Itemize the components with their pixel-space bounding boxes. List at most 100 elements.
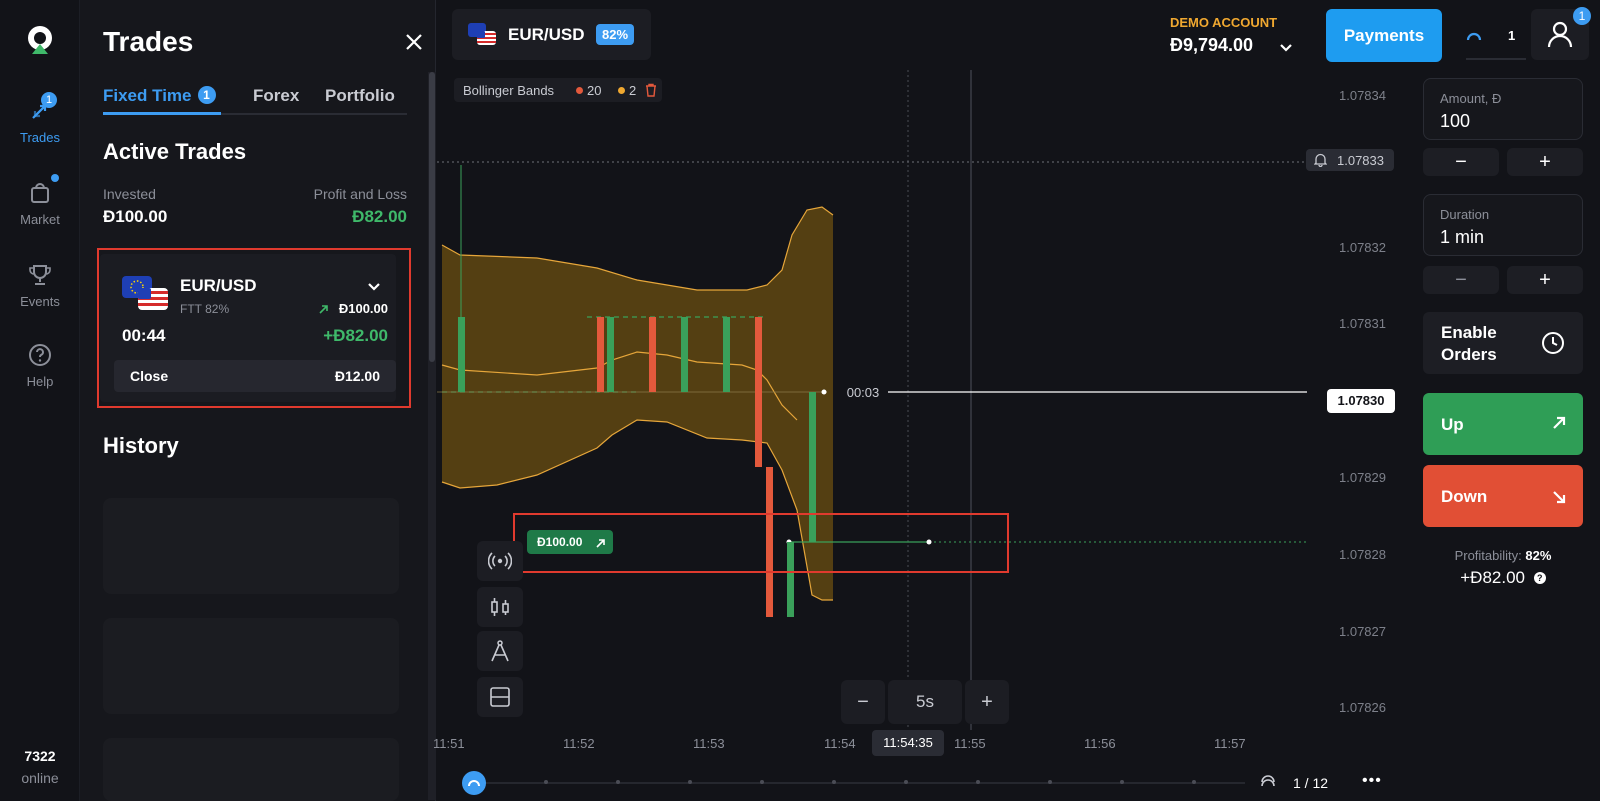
clock-icon — [1542, 332, 1564, 354]
trades-badge: 1 — [41, 92, 57, 108]
question-icon[interactable]: ? — [1533, 572, 1546, 584]
close-icon[interactable] — [404, 32, 424, 52]
duration-value[interactable]: 1 min — [1440, 227, 1484, 248]
payments-button[interactable]: Payments — [1326, 9, 1442, 62]
price-chart[interactable] — [437, 70, 1390, 770]
indicator-dot-orange — [618, 87, 625, 94]
potential-profit: +Đ82.00 ? — [1423, 568, 1583, 588]
trade-marker[interactable]: Đ100.00 — [527, 530, 613, 554]
online-count: 7322 — [24, 748, 56, 764]
candle-down — [755, 317, 762, 467]
time-tick: 11:55 — [954, 736, 986, 751]
indicator-chip[interactable]: Bollinger Bands 20 2 — [454, 78, 662, 102]
alert-price: 1.07833 — [1337, 153, 1384, 168]
duration-field[interactable]: Duration 1 min — [1423, 194, 1583, 256]
cursor-time-tag: 11:54:35 — [872, 730, 944, 756]
zoom-out-button[interactable]: − — [841, 680, 885, 724]
tab-fixed-time[interactable]: Fixed Time 1 — [103, 86, 216, 106]
drawing-tools-button[interactable] — [477, 631, 523, 671]
tab-portfolio[interactable]: Portfolio — [325, 86, 395, 106]
nav-trades-label: Trades — [20, 130, 60, 145]
time-tick: 11:51 — [433, 736, 465, 751]
profitability-row: Profitability: 82% — [1423, 548, 1583, 563]
notifications-button[interactable]: 1 — [1466, 20, 1526, 54]
nav-trades[interactable]: 1 Trades — [0, 92, 80, 145]
profile-badge: 1 — [1573, 7, 1591, 25]
logo-icon[interactable] — [24, 24, 56, 56]
history-placeholder — [103, 618, 399, 714]
broadcast-icon — [488, 552, 512, 570]
history-heading: History — [103, 433, 179, 458]
zoom-in-button[interactable]: + — [965, 680, 1009, 724]
tab-forex[interactable]: Forex — [253, 86, 299, 106]
tab-fixed-time-badge: 1 — [197, 86, 216, 104]
price-tick: 1.07829 — [1339, 470, 1386, 485]
layout-button[interactable] — [477, 677, 523, 717]
pnl-label: Profit and Loss — [313, 186, 407, 202]
eu-us-flag-icon — [468, 23, 496, 47]
trade-marker-amount: Đ100.00 — [537, 535, 583, 549]
indicator-deviation: 2 — [629, 83, 637, 98]
up-button[interactable]: Up — [1423, 393, 1583, 455]
panel-scrollbar[interactable] — [428, 72, 436, 800]
header-underline — [1466, 58, 1526, 60]
candle-up — [458, 317, 465, 392]
amount-plus-button[interactable]: + — [1507, 148, 1583, 176]
duration-plus-button[interactable]: + — [1507, 266, 1583, 294]
signals-button[interactable] — [477, 541, 523, 581]
tab-active-underline — [103, 112, 221, 115]
current-price-tag: 1.07830 — [1327, 389, 1395, 413]
arrow-up-right-icon — [1553, 416, 1566, 429]
price-tick: 1.07834 — [1339, 88, 1386, 103]
panel-scrollbar-thumb[interactable] — [429, 72, 435, 362]
more-options-button[interactable]: ••• — [1362, 772, 1382, 790]
trades-icon: 1 — [27, 92, 57, 124]
pnl-value: Đ82.00 — [352, 207, 407, 226]
up-label: Up — [1441, 415, 1464, 434]
nav-market-label: Market — [20, 212, 60, 227]
panel-title: Trades — [103, 26, 194, 57]
chart-type-button[interactable] — [477, 587, 523, 627]
asset-payout-badge: 82% — [596, 24, 634, 45]
down-label: Down — [1441, 487, 1488, 506]
amount-minus-button[interactable]: − — [1423, 148, 1499, 176]
profitability-label: Profitability: — [1454, 548, 1522, 563]
price-tick: 1.07826 — [1339, 700, 1386, 715]
countdown-label: 00:03 — [838, 382, 888, 404]
nav-market[interactable]: Market — [0, 174, 80, 227]
time-tick: 11:54 — [824, 736, 856, 751]
price-tick: 1.07827 — [1339, 624, 1386, 639]
gauge-icon — [468, 780, 480, 787]
bell-icon — [1313, 153, 1328, 168]
candle-up — [607, 317, 614, 392]
arrow-down-right-icon — [1553, 491, 1566, 504]
amount-field[interactable]: Amount, Đ 100 — [1423, 78, 1583, 140]
layers-icon[interactable] — [1260, 775, 1276, 791]
compass-icon — [491, 640, 509, 662]
history-placeholder — [103, 498, 399, 594]
asset-selector[interactable]: EUR/USD 82% — [452, 9, 651, 60]
enable-orders-button[interactable]: Enable Orders — [1423, 312, 1583, 374]
amount-value[interactable]: 100 — [1440, 111, 1470, 132]
duration-minus-button[interactable]: − — [1423, 266, 1499, 294]
candlestick-icon — [491, 598, 509, 616]
page-indicator: 1 / 12 — [1293, 775, 1329, 791]
timeline-dots — [544, 780, 1196, 784]
account-balance[interactable]: Đ9,794.00 — [1170, 35, 1253, 56]
time-tick: 11:52 — [563, 736, 595, 751]
down-button[interactable]: Down — [1423, 465, 1583, 527]
price-tick: 1.07832 — [1339, 240, 1386, 255]
chevron-down-icon[interactable] — [1279, 40, 1293, 52]
alert-price-tag[interactable]: 1.07833 — [1306, 149, 1394, 171]
trash-icon[interactable] — [644, 83, 658, 97]
candle-down — [649, 317, 656, 392]
nav-events[interactable]: Events — [0, 262, 80, 309]
nav-help[interactable]: Help — [0, 342, 80, 389]
timeline-handle[interactable] — [462, 771, 486, 795]
online-label: online — [21, 770, 59, 786]
invested-value: Đ100.00 — [103, 207, 168, 226]
shopping-bag-icon — [27, 174, 59, 206]
nav-help-label: Help — [26, 374, 54, 389]
timeframe-selector[interactable]: 5s — [888, 680, 962, 724]
profile-button[interactable]: 1 — [1531, 7, 1591, 60]
